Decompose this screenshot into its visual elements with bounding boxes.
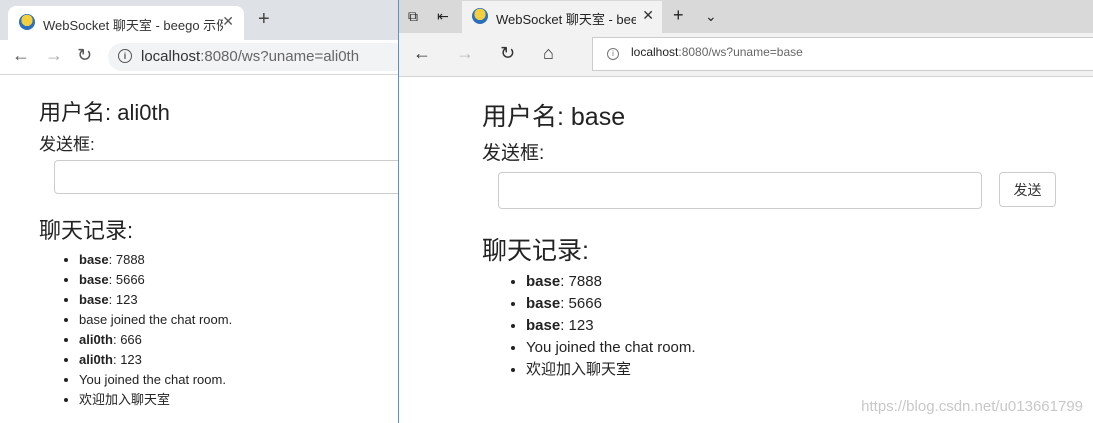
- message-text: : 7888: [560, 273, 602, 290]
- chat-message: base: 5666: [79, 270, 232, 290]
- new-tab-icon[interactable]: +: [258, 8, 270, 31]
- chat-message-list: base: 7888base: 5666base: 123You joined …: [505, 271, 696, 381]
- chat-message: You joined the chat room.: [526, 337, 696, 359]
- message-text: 欢迎加入聊天室: [526, 361, 632, 378]
- url-text: localhost:8080/ws?uname=base: [631, 45, 803, 59]
- toolbar: ← → ↻ ⌂ i localhost:8080/ws?uname=base: [399, 33, 1093, 77]
- message-text: : 5666: [560, 295, 602, 312]
- message-text: You joined the chat room.: [79, 372, 226, 387]
- close-tab-icon[interactable]: ✕: [642, 7, 654, 24]
- tab-title: WebSocket 聊天室 - beego 示例: [43, 18, 223, 33]
- send-button[interactable]: 发送: [999, 172, 1056, 207]
- message-text: : 5666: [108, 272, 145, 287]
- message-input[interactable]: [54, 160, 398, 194]
- message-username: base: [79, 252, 109, 267]
- chat-message: base: 7888: [526, 271, 696, 293]
- chat-message: base: 7888: [79, 250, 232, 270]
- message-username: base: [79, 272, 109, 287]
- message-text: base joined the chat room.: [79, 312, 233, 327]
- chat-message: base joined the chat room.: [79, 310, 232, 330]
- chevron-down-icon[interactable]: ⌄: [705, 8, 717, 25]
- chat-message: 欢迎加入聊天室: [526, 359, 696, 381]
- chat-message: base: 123: [526, 315, 696, 337]
- page-content: 用户名: base 发送框: 发送 聊天记录: base: 7888base: …: [399, 77, 1093, 423]
- chat-history-heading: 聊天记录:: [39, 218, 134, 243]
- chat-message: 欢迎加入聊天室: [79, 390, 232, 410]
- tab-title: WebSocket 聊天室 - beego: [496, 12, 636, 27]
- back-icon[interactable]: ←: [12, 45, 30, 66]
- address-bar[interactable]: i localhost:8080/ws?uname=base: [592, 37, 1093, 71]
- info-icon[interactable]: i: [118, 49, 132, 63]
- username-heading: 用户名: base: [482, 103, 626, 131]
- new-tab-icon[interactable]: +: [673, 5, 684, 26]
- info-icon[interactable]: i: [607, 48, 619, 60]
- left-browser-window: WebSocket 聊天室 - beego 示例 ✕ + ← → ↻ i loc…: [0, 0, 398, 423]
- chat-message: base: 5666: [526, 293, 696, 315]
- message-username: base: [526, 317, 561, 334]
- message-text: You joined the chat room.: [526, 339, 696, 356]
- chat-message: ali0th: 123: [79, 350, 232, 370]
- message-username: ali0th: [79, 352, 113, 367]
- tab-websocket-chat[interactable]: WebSocket 聊天室 - beego 示例 ✕: [8, 6, 244, 40]
- message-username: ali0th: [79, 332, 113, 347]
- address-bar[interactable]: i localhost:8080/ws?uname=ali0th: [108, 43, 398, 71]
- message-text: : 123: [560, 317, 594, 334]
- message-username: base: [526, 273, 561, 290]
- message-text: 欢迎加入聊天室: [79, 392, 171, 407]
- beego-favicon-icon: [472, 8, 488, 24]
- url-text: localhost:8080/ws?uname=ali0th: [141, 48, 360, 65]
- reload-icon[interactable]: ↻: [77, 45, 92, 66]
- tab-strip: WebSocket 聊天室 - beego 示例 ✕ +: [0, 0, 398, 40]
- forward-icon[interactable]: →: [45, 45, 63, 66]
- chat-message-list: base: 7888base: 5666base: 123base joined…: [60, 250, 232, 410]
- chat-message: ali0th: 666: [79, 330, 232, 350]
- message-username: base: [526, 295, 561, 312]
- message-text: : 123: [112, 352, 142, 367]
- message-username: base: [79, 292, 109, 307]
- username-heading: 用户名: ali0th: [39, 100, 170, 125]
- send-label: 发送框:: [482, 143, 545, 164]
- beego-favicon-icon: [19, 14, 35, 30]
- home-icon[interactable]: ⌂: [543, 43, 554, 64]
- tab-manager-icon[interactable]: ⧉: [408, 8, 418, 25]
- reload-icon[interactable]: ↻: [500, 43, 515, 64]
- message-input[interactable]: [498, 172, 982, 209]
- chat-history-heading: 聊天记录:: [482, 237, 589, 265]
- message-text: : 7888: [108, 252, 145, 267]
- right-browser-window: ⧉ ⇤ WebSocket 聊天室 - beego ✕ + ⌄ ← → ↻ ⌂ …: [398, 0, 1093, 423]
- chat-message: base: 123: [79, 290, 232, 310]
- forward-icon[interactable]: →: [456, 43, 474, 64]
- back-icon[interactable]: ←: [413, 43, 431, 64]
- set-tabs-aside-icon[interactable]: ⇤: [437, 8, 449, 25]
- chat-message: You joined the chat room.: [79, 370, 232, 390]
- tab-strip: ⧉ ⇤ WebSocket 聊天室 - beego ✕ + ⌄: [399, 0, 1093, 33]
- page-content: 用户名: ali0th 发送框: 聊天记录: base: 7888base: 5…: [0, 75, 398, 423]
- message-text: : 666: [112, 332, 142, 347]
- close-tab-icon[interactable]: ✕: [222, 13, 234, 30]
- tab-websocket-chat[interactable]: WebSocket 聊天室 - beego ✕: [462, 1, 662, 33]
- send-label: 发送框:: [39, 135, 95, 154]
- watermark: https://blog.csdn.net/u013661799: [861, 398, 1083, 415]
- toolbar: ← → ↻ i localhost:8080/ws?uname=ali0th: [0, 40, 398, 75]
- message-text: : 123: [108, 292, 138, 307]
